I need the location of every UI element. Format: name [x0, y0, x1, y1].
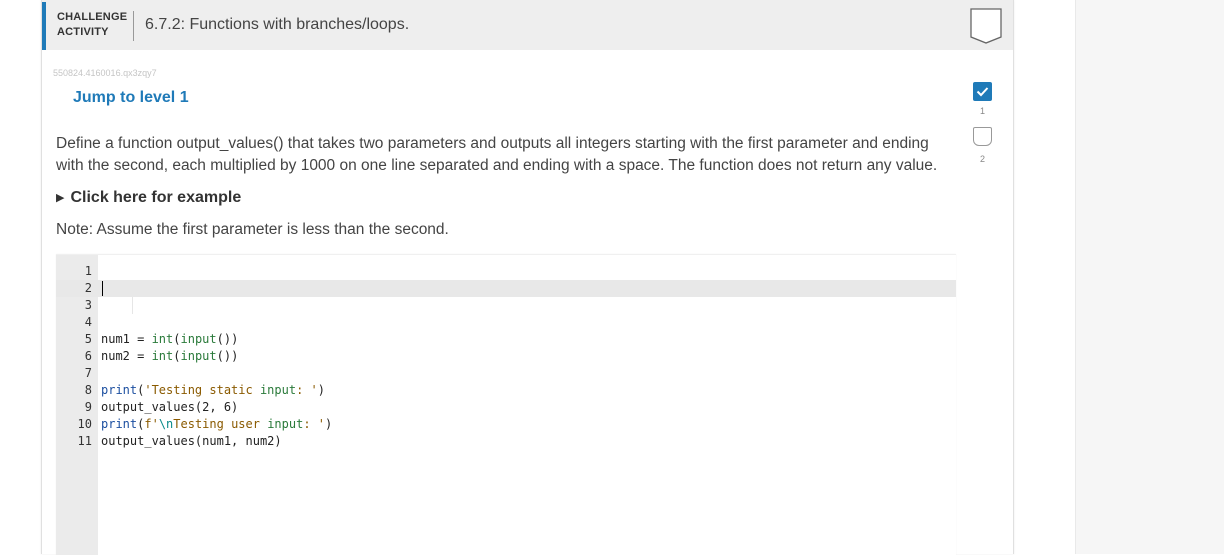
code-text: num1 = int(input()): [101, 332, 239, 346]
triangle-right-icon: ▶: [56, 192, 65, 204]
line-number: 9: [84, 400, 92, 414]
activity-type-line2: ACTIVITY: [57, 26, 109, 38]
activity-id: 550824.4160016.qx3zqy7: [53, 68, 157, 78]
line-number: 8: [84, 383, 92, 397]
line-number: 11: [77, 434, 92, 448]
code-text: output_values(2, 6): [101, 400, 239, 414]
level-1-number: 1: [979, 106, 985, 116]
activity-type-label: CHALLENGE ACTIVITY: [57, 10, 127, 40]
line-number: 4: [84, 315, 92, 329]
challenge-note: Note: Assume the first parameter is less…: [56, 221, 449, 238]
example-toggle-label: Click here for example: [70, 189, 242, 206]
line-number: 2: [84, 281, 92, 295]
line-number: 10: [77, 417, 92, 431]
level-1-checkbox[interactable]: [973, 82, 992, 101]
code-line[interactable]: 8 print('Testing static input: '): [56, 382, 956, 399]
check-icon: [976, 87, 989, 97]
right-side-panel: [1075, 0, 1224, 554]
code-text: print(f'\nTesting user input: '): [101, 417, 333, 431]
activity-header: CHALLENGE ACTIVITY 6.7.2: Functions with…: [42, 0, 1013, 50]
code-text: output_values(num1, num2): [101, 434, 282, 448]
level-2-number: 2: [979, 154, 985, 164]
activity-title: 6.7.2: Functions with branches/loops.: [145, 16, 410, 33]
line-number: 1: [84, 264, 92, 278]
code-line[interactable]: 2: [56, 280, 956, 297]
code-text: print('Testing static input: '): [101, 383, 325, 397]
code-line[interactable]: 7: [56, 365, 956, 382]
text-caret: [102, 281, 103, 296]
line-number: 5: [84, 332, 92, 346]
example-toggle[interactable]: ▶ Click here for example: [56, 189, 241, 207]
line-number: 6: [84, 349, 92, 363]
code-line[interactable]: 4: [56, 314, 956, 331]
code-line[interactable]: 3: [56, 297, 956, 314]
code-line[interactable]: 6 num2 = int(input()): [56, 348, 956, 365]
jump-to-level-link[interactable]: Jump to level 1: [73, 89, 189, 107]
level-2-checkbox[interactable]: [973, 127, 992, 146]
code-line[interactable]: 1: [56, 263, 956, 280]
challenge-prompt: Define a function output_values() that t…: [56, 135, 938, 174]
code-line[interactable]: 10 print(f'\nTesting user input: '): [56, 416, 956, 433]
header-divider: [133, 11, 134, 41]
header-accent-bar: [42, 2, 46, 50]
shield-outline-icon: [970, 8, 1002, 44]
line-number: 7: [84, 366, 92, 380]
activity-type-line1: CHALLENGE: [57, 11, 128, 23]
code-line[interactable]: 11 output_values(num1, num2): [56, 433, 956, 450]
line-number: 3: [84, 298, 92, 312]
code-line[interactable]: 5 num1 = int(input()): [56, 331, 956, 348]
code-line[interactable]: 9 output_values(2, 6): [56, 399, 956, 416]
code-text: num2 = int(input()): [101, 349, 239, 363]
code-editor[interactable]: 1 2 3 4 5 num1 = int(input()) 6 num2 = int(inpu…: [56, 254, 956, 555]
challenge-activity-card: CHALLENGE ACTIVITY 6.7.2: Functions with…: [41, 0, 1014, 555]
